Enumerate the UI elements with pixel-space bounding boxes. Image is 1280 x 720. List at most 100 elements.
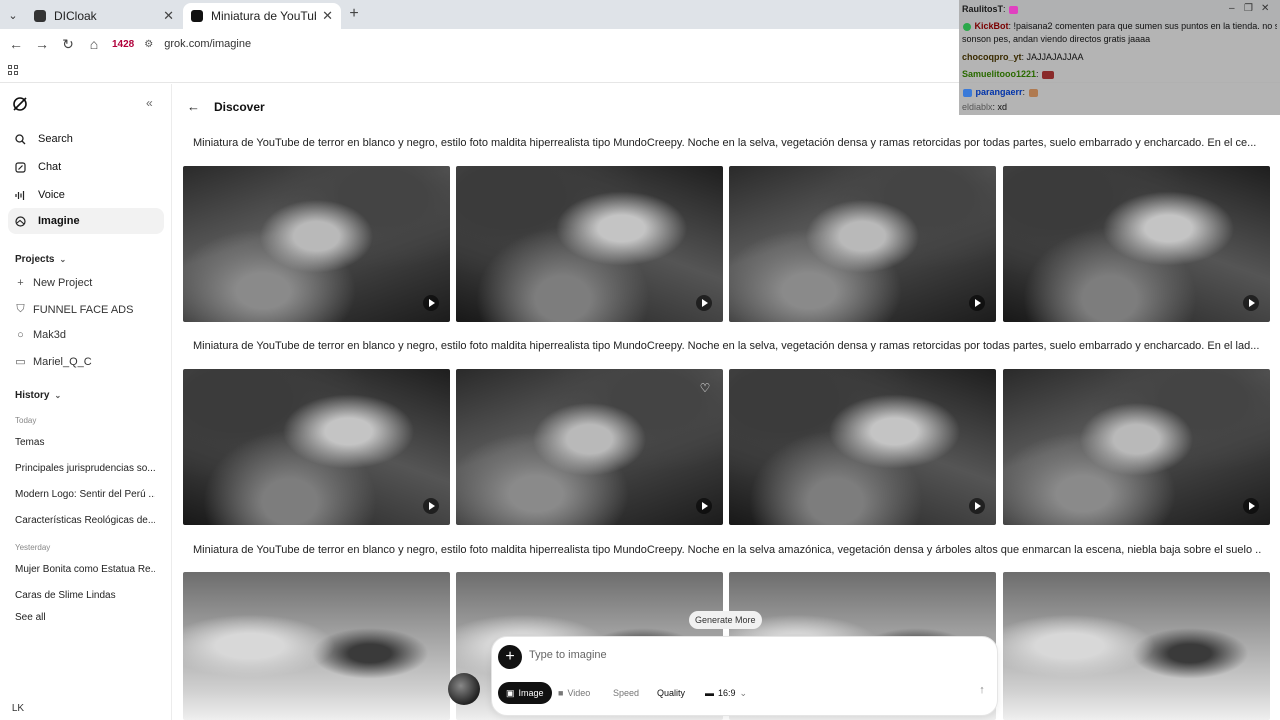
- history-item[interactable]: Características Reológicas de...: [15, 515, 155, 526]
- history-header[interactable]: History ⌄: [15, 390, 61, 401]
- project-monitor-icon: ▭: [15, 356, 26, 368]
- grok-logo-icon[interactable]: [12, 96, 28, 112]
- project-item-mariel[interactable]: ▭ Mariel_Q_C: [15, 355, 92, 369]
- play-icon[interactable]: [969, 295, 985, 311]
- quality-option[interactable]: Quality: [649, 682, 693, 704]
- generated-thumbnail[interactable]: ♡: [456, 369, 723, 525]
- new-project-button[interactable]: + New Project: [15, 277, 92, 289]
- new-tab-button[interactable]: +: [344, 5, 364, 23]
- project-label: Mak3d: [33, 329, 67, 341]
- history-item[interactable]: Mujer Bonita como Estatua Re...: [15, 564, 155, 575]
- generate-more-button[interactable]: Generate More: [689, 611, 762, 629]
- generated-thumbnail[interactable]: [729, 166, 996, 322]
- generated-thumbnail[interactable]: [729, 369, 996, 525]
- collapse-sidebar-icon[interactable]: «: [146, 96, 153, 110]
- projects-header-label: Projects: [15, 254, 55, 265]
- browser-tab-dicloak[interactable]: DICloak ✕: [26, 3, 182, 29]
- browser-tab-grok[interactable]: Miniatura de YouTube de terror ✕: [183, 3, 341, 29]
- play-icon[interactable]: [423, 498, 439, 514]
- avatar[interactable]: LK: [8, 698, 28, 718]
- generated-thumbnail[interactable]: [1003, 166, 1270, 322]
- imagine-prompt-input[interactable]: [529, 649, 949, 661]
- restore-icon[interactable]: ❐: [1244, 3, 1253, 14]
- generated-thumbnail[interactable]: [183, 369, 450, 525]
- reload-icon[interactable]: ↻: [56, 32, 80, 56]
- project-item-funnel[interactable]: ⛉ FUNNEL FACE ADS: [15, 303, 133, 316]
- history-item[interactable]: Modern Logo: Sentir del Perú ...: [15, 489, 155, 500]
- search-icon: [14, 133, 26, 145]
- speed-option[interactable]: Speed: [605, 682, 647, 704]
- video-mode-label: Video: [567, 688, 591, 698]
- sidebar-item-label: Imagine: [38, 215, 80, 227]
- back-arrow-icon[interactable]: ←: [187, 99, 200, 114]
- generated-thumbnail[interactable]: [1003, 369, 1270, 525]
- prompt-text[interactable]: Miniatura de YouTube de terror en blanco…: [193, 544, 1261, 556]
- history-day-label: Yesterday: [15, 543, 51, 552]
- sidebar-item-search[interactable]: Search: [8, 126, 164, 152]
- chat-username: KickBot: [974, 21, 1009, 31]
- url-field[interactable]: ⚙ grok.com/imagine: [144, 33, 251, 55]
- chat-text: : !paisana2 comenten para que sumen sus …: [1008, 21, 1277, 31]
- aspect-ratio-select[interactable]: ▬ 16:9 ⌄: [697, 682, 755, 704]
- add-attachment-button[interactable]: +: [498, 645, 522, 669]
- generated-thumbnail[interactable]: [183, 166, 450, 322]
- chat-username: Samuelitooo1221: [962, 69, 1037, 79]
- play-icon[interactable]: [696, 498, 712, 514]
- project-item-mak3d[interactable]: ○ Mak3d: [15, 329, 66, 341]
- home-icon[interactable]: ⌂: [82, 32, 106, 56]
- emote-icon: [1028, 88, 1038, 97]
- send-arrow-icon[interactable]: ↑: [971, 679, 993, 701]
- speed-label: Speed: [613, 688, 640, 698]
- sidebar-item-label: Search: [38, 133, 73, 145]
- projects-header[interactable]: Projects ⌄: [15, 254, 66, 265]
- play-icon[interactable]: [423, 295, 439, 311]
- chat-text: sonson pes, andan viendo directos gratis…: [962, 34, 1151, 44]
- history-item[interactable]: Principales jurisprudencias so...: [15, 463, 155, 474]
- prompt-text[interactable]: Miniatura de YouTube de terror en blanco…: [193, 340, 1261, 352]
- url-text[interactable]: grok.com/imagine: [164, 38, 251, 50]
- chevron-down-icon: ⌄: [739, 687, 748, 698]
- sidebar: « Search Chat Voice Imagine Projects ⌄ +…: [0, 84, 172, 720]
- user-avatar-circle[interactable]: [448, 673, 480, 705]
- prompt-text[interactable]: Miniatura de YouTube de terror en blanco…: [193, 137, 1261, 149]
- close-icon[interactable]: ✕: [1261, 3, 1269, 14]
- see-all-link[interactable]: See all: [15, 612, 46, 623]
- history-item[interactable]: Temas: [15, 437, 155, 448]
- close-tab-icon[interactable]: ✕: [322, 8, 333, 24]
- forward-icon[interactable]: →: [30, 32, 54, 56]
- verified-badge-icon: [963, 22, 971, 31]
- generated-thumbnail[interactable]: [456, 166, 723, 322]
- play-icon[interactable]: [1243, 498, 1259, 514]
- heart-icon[interactable]: ♡: [698, 381, 712, 395]
- play-icon[interactable]: [969, 498, 985, 514]
- sidebar-item-chat[interactable]: Chat: [8, 154, 164, 180]
- image-mode-button[interactable]: ▣ Image: [498, 682, 552, 704]
- grok-favicon-icon: [191, 10, 203, 22]
- tab-title: Miniatura de YouTube de terror: [211, 9, 316, 23]
- site-settings-icon[interactable]: ⚙: [144, 39, 158, 50]
- chat-text: : JAJJAJAJJAA: [1021, 52, 1084, 62]
- generated-thumbnail[interactable]: [1003, 572, 1270, 720]
- project-label: Mariel_Q_C: [33, 355, 92, 368]
- back-icon[interactable]: ←: [4, 32, 28, 56]
- generated-thumbnail[interactable]: [183, 572, 450, 720]
- project-circle-icon: ○: [17, 329, 24, 341]
- video-mode-button[interactable]: ■ Video: [550, 682, 598, 704]
- apps-grid-icon[interactable]: [8, 65, 18, 75]
- sidebar-item-voice[interactable]: Voice: [8, 182, 164, 208]
- close-tab-icon[interactable]: ✕: [163, 8, 174, 24]
- play-icon[interactable]: [1243, 295, 1259, 311]
- tab-search-dropdown-icon[interactable]: ⌄: [4, 6, 22, 24]
- history-item[interactable]: Caras de Slime Lindas: [15, 590, 155, 601]
- extension-badge-count[interactable]: 1428: [112, 39, 134, 50]
- badge-icon: [963, 88, 972, 97]
- sidebar-item-imagine[interactable]: Imagine: [8, 208, 164, 234]
- history-day-label: Today: [15, 416, 37, 425]
- play-icon[interactable]: [696, 295, 712, 311]
- project-label: FUNNEL FACE ADS: [33, 303, 134, 316]
- chevron-down-icon: ⌄: [54, 391, 62, 400]
- minimize-icon[interactable]: –: [1229, 3, 1235, 14]
- dicloak-favicon-icon: [34, 10, 46, 22]
- tab-title: DICloak: [54, 9, 97, 23]
- chat-username: RaulitosT: [962, 4, 1004, 14]
